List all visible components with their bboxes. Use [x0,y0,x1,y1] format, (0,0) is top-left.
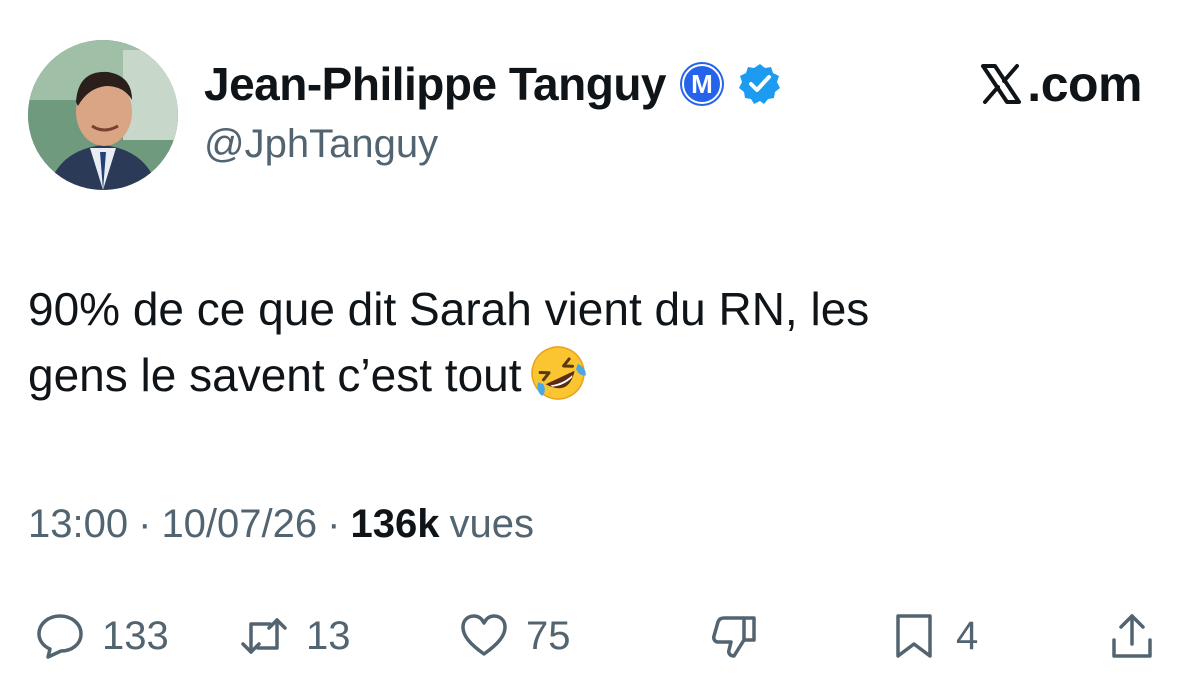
tweet-text-line-2-text: gens le savent c’est tout [28,349,522,401]
x-brand: .com [977,54,1142,114]
heart-icon [461,614,507,656]
like-button[interactable]: 75 [458,604,571,668]
author-display-name[interactable]: Jean-Philippe Tanguy [204,57,667,111]
tweet-time[interactable]: 13:00 [28,502,128,547]
meta-separator: · [138,502,152,546]
m-badge-letter: M [691,69,713,99]
views-label: vues [449,502,534,546]
tweet-actions-bar: 133 13 75 4 [0,604,1200,668]
author-name-row: Jean-Philippe Tanguy M [204,54,782,114]
bookmark-count: 4 [956,613,979,658]
bookmark-button[interactable]: 4 [888,604,978,668]
m-badge-icon: M [680,62,724,106]
verified-badge-icon [739,64,780,104]
author-avatar[interactable] [28,40,178,190]
repost-arrows-icon [241,618,287,654]
bookmark-icon [896,614,932,658]
author-handle[interactable]: @JphTanguy [204,122,438,167]
share-button[interactable] [1106,604,1158,668]
views-count: 136k [350,502,440,546]
rolling-laughing-emoji-icon [530,346,586,400]
dislike-button[interactable] [708,604,776,668]
reply-button[interactable]: 133 [34,604,169,668]
repost-button[interactable]: 13 [238,604,351,668]
avatar-portrait [28,40,178,190]
tweet-date[interactable]: 10/07/26 [161,502,317,547]
speech-bubble-icon [37,614,83,659]
x-logo-icon [981,64,1022,104]
tweet-meta: 13:00 · 10/07/26 · 136k vues [28,502,534,547]
repost-count: 13 [306,613,351,658]
share-upload-icon [1112,614,1152,658]
tweet-text-line-1: 90% de ce que dit Sarah vient du RN, les [28,283,870,335]
reply-count: 133 [102,613,169,658]
tweet-text-line-2: gens le savent c’est tout [28,342,1128,408]
meta-separator: · [327,502,341,546]
brand-domain: .com [1027,56,1142,112]
tweet-body: 90% de ce que dit Sarah vient du RN, les… [28,276,1128,408]
thumbs-down-icon [712,616,756,658]
like-count: 75 [526,613,571,658]
